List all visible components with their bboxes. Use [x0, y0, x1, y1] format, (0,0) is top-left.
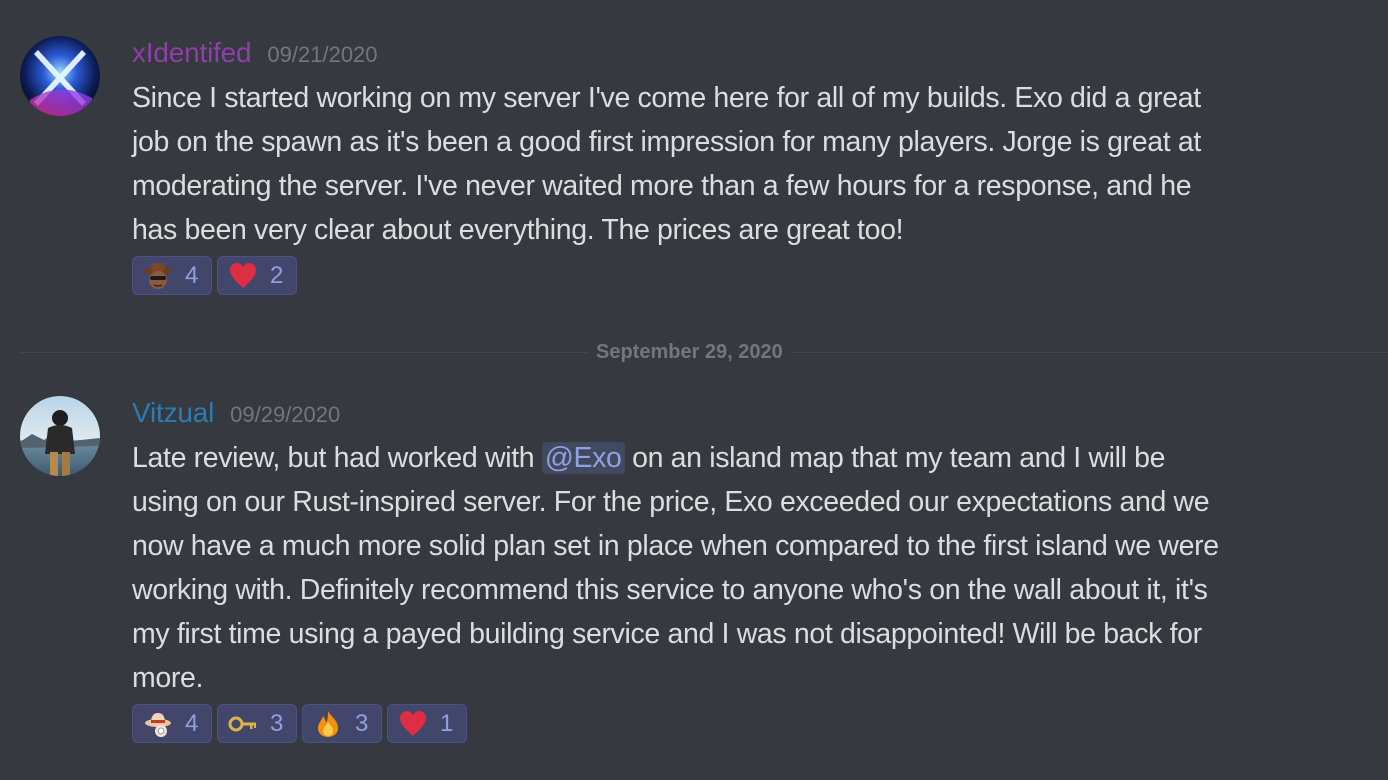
- reaction-heart[interactable]: 1: [387, 704, 467, 743]
- reactions-bar: 4 2: [132, 256, 297, 295]
- reaction-heart[interactable]: 2: [217, 256, 297, 295]
- key-emoji-icon: [228, 709, 258, 739]
- message-header: xIdentifed 09/21/2020: [132, 34, 378, 74]
- reactions-bar: 4 3 3 1: [132, 704, 467, 743]
- user-avatar[interactable]: [20, 36, 100, 116]
- username[interactable]: Vitzual: [132, 394, 214, 432]
- message-content: Since I started working on my server I'v…: [132, 76, 1332, 252]
- message-line: working with. Definitely recommend this …: [132, 574, 1208, 606]
- message-line: my first time using a payed building ser…: [132, 618, 1202, 650]
- reaction-count: 4: [185, 709, 199, 737]
- message-line: moderating the server. I've never waited…: [132, 170, 1192, 202]
- message-header: Vitzual 09/29/2020: [132, 394, 340, 434]
- timestamp: 09/29/2020: [230, 402, 341, 427]
- message-line: now have a much more solid plan set in p…: [132, 530, 1219, 562]
- message-line: has been very clear about everything. Th…: [132, 214, 904, 246]
- message-line: using on our Rust-inspired server. For t…: [132, 486, 1210, 518]
- reaction-count: 3: [355, 709, 369, 737]
- user-mention[interactable]: @Exo: [541, 442, 625, 474]
- reaction-hat[interactable]: 4: [132, 704, 212, 743]
- date-divider-label: September 29, 2020: [588, 339, 791, 365]
- cowboy-sunglasses-emoji-icon: [143, 261, 173, 291]
- message-text: Late review, but had worked with: [132, 442, 542, 474]
- reaction-count: 4: [185, 261, 199, 289]
- reaction-key[interactable]: 3: [217, 704, 297, 743]
- username[interactable]: xIdentifed: [132, 34, 252, 72]
- message-line: job on the spawn as it's been a good fir…: [132, 126, 1201, 158]
- hat-emoji-icon: [143, 709, 173, 739]
- message-line: Late review, but had worked with @Exo on…: [132, 436, 1332, 480]
- reaction-count: 3: [270, 709, 284, 737]
- fire-emoji-icon: [313, 709, 343, 739]
- message-content: Late review, but had worked with @Exo on…: [132, 436, 1332, 700]
- timestamp: 09/21/2020: [267, 42, 378, 67]
- heart-emoji-icon: [398, 709, 428, 739]
- reaction-cowboy[interactable]: 4: [132, 256, 212, 295]
- user-avatar[interactable]: [20, 396, 100, 476]
- message-line: more.: [132, 662, 204, 694]
- reaction-count: 1: [440, 709, 454, 737]
- message-text: on an island map that my team and I will…: [624, 442, 1166, 474]
- reaction-fire[interactable]: 3: [302, 704, 382, 743]
- message-line: Since I started working on my server I'v…: [132, 82, 1201, 114]
- heart-emoji-icon: [228, 261, 258, 291]
- reaction-count: 2: [270, 261, 284, 289]
